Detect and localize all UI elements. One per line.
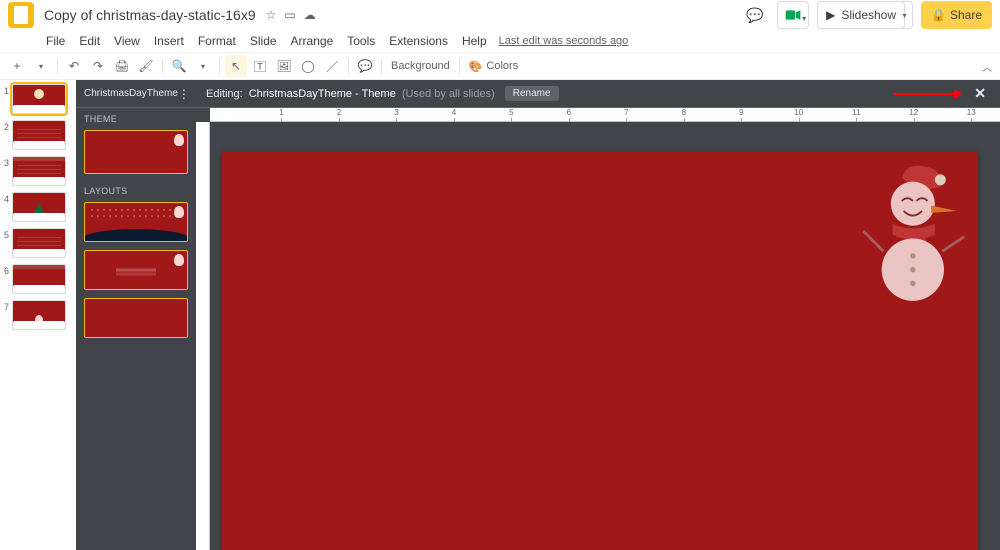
vertical-ruler[interactable] xyxy=(196,122,210,550)
theme-name: ChristmasDayTheme xyxy=(84,88,178,99)
image-tool[interactable]: 🖼 xyxy=(273,55,295,77)
slide-number: 2 xyxy=(2,120,12,132)
annotation-arrow xyxy=(894,93,954,95)
theme-section-label: THEME xyxy=(76,108,196,128)
menu-format[interactable]: Format xyxy=(192,32,242,50)
select-tool[interactable]: ↖ xyxy=(225,55,247,77)
rename-button[interactable]: Rename xyxy=(505,86,559,101)
editing-title: ChristmasDayTheme - Theme xyxy=(249,88,396,100)
title-icons: ☆ ▭ ☁ xyxy=(266,8,316,22)
new-slide-dropdown[interactable]: ▾ xyxy=(30,55,52,77)
editor-header-right: ✕ xyxy=(894,85,990,102)
slide-thumbnail[interactable] xyxy=(12,156,66,186)
comment-tool[interactable]: 💬 xyxy=(354,55,376,77)
slideshow-label: Slideshow xyxy=(841,8,896,22)
horizontal-ruler[interactable]: 12345678910111213 xyxy=(210,108,1000,122)
slide-number: 7 xyxy=(2,300,12,312)
new-slide-button[interactable]: + xyxy=(6,55,28,77)
caret-down-icon: ▾ xyxy=(802,14,806,23)
play-icon: ▶ xyxy=(826,8,835,22)
last-edit-link[interactable]: Last edit was seconds ago xyxy=(499,35,629,47)
menu-tools[interactable]: Tools xyxy=(341,32,381,50)
menu-bar: File Edit View Insert Format Slide Arran… xyxy=(0,30,1000,52)
redo-button[interactable]: ↷ xyxy=(87,55,109,77)
menu-view[interactable]: View xyxy=(108,32,146,50)
menu-help[interactable]: Help xyxy=(456,32,493,50)
menu-extensions[interactable]: Extensions xyxy=(383,32,454,50)
menu-insert[interactable]: Insert xyxy=(148,32,190,50)
slide-number: 5 xyxy=(2,228,12,240)
layout-thumb-blank[interactable] xyxy=(84,298,188,338)
titlebar-right: 💬 ▾ ▶ Slideshow ▾ 🔒 Share xyxy=(741,1,992,29)
canvas-wrap[interactable] xyxy=(210,122,1000,550)
share-label: Share xyxy=(950,8,982,22)
slide-thumbnail[interactable] xyxy=(12,192,66,222)
slide-thumbnail[interactable] xyxy=(12,120,66,150)
theme-canvas[interactable] xyxy=(222,152,978,550)
slide-number: 3 xyxy=(2,156,12,168)
title-bar: Copy of christmas-day-static-16x9 ☆ ▭ ☁ … xyxy=(0,0,1000,30)
textbox-tool[interactable]: 🅃 xyxy=(249,55,271,77)
star-icon[interactable]: ☆ xyxy=(266,8,277,22)
editor-header: Editing: ChristmasDayTheme - Theme (Used… xyxy=(196,80,1000,108)
editor-area: Editing: ChristmasDayTheme - Theme (Used… xyxy=(196,80,1000,550)
filmstrip: 1 2 3 4 5 6 7 xyxy=(0,80,76,550)
theme-panel-header: ChristmasDayTheme ⋮ xyxy=(76,80,196,108)
share-button[interactable]: 🔒 Share xyxy=(921,1,992,29)
slide-thumbnail[interactable] xyxy=(12,300,66,330)
slide-number: 1 xyxy=(2,84,12,96)
comments-icon[interactable]: 💬 xyxy=(741,1,769,29)
palette-icon: 🎨 xyxy=(469,60,483,73)
used-by-label: (Used by all slides) xyxy=(402,88,495,100)
lock-icon: 🔒 xyxy=(931,8,946,22)
layouts-section-label: LAYOUTS xyxy=(76,180,196,200)
workspace: 1 2 3 4 5 6 7 ChristmasDayTheme ⋮ THEME LAYOUT… xyxy=(0,80,1000,550)
paint-format-button[interactable]: 🖌 xyxy=(135,55,157,77)
slide-number: 6 xyxy=(2,264,12,276)
slide-thumbnail[interactable] xyxy=(12,228,66,258)
slideshow-dropdown[interactable]: ▾ xyxy=(897,1,913,29)
close-theme-editor-icon[interactable]: ✕ xyxy=(970,85,990,102)
separator xyxy=(162,58,163,74)
menu-slide[interactable]: Slide xyxy=(244,32,283,50)
background-button[interactable]: Background xyxy=(387,60,454,72)
slide-number: 4 xyxy=(2,192,12,204)
separator xyxy=(459,58,460,74)
theme-menu-icon[interactable]: ⋮ xyxy=(178,87,190,101)
colors-button[interactable]: 🎨Colors xyxy=(465,60,523,73)
layout-thumb-title[interactable] xyxy=(84,202,188,242)
separator xyxy=(219,58,220,74)
cloud-status-icon[interactable]: ☁ xyxy=(304,8,316,22)
slides-logo[interactable] xyxy=(8,2,34,28)
print-button[interactable]: 🖨 xyxy=(111,55,133,77)
menu-file[interactable]: File xyxy=(40,32,71,50)
collapse-toolbar-icon[interactable]: ︿ xyxy=(982,59,992,74)
menu-edit[interactable]: Edit xyxy=(73,32,106,50)
zoom-button[interactable]: 🔍 xyxy=(168,55,190,77)
editor-body xyxy=(196,122,1000,550)
slideshow-group: ▶ Slideshow ▾ xyxy=(817,1,913,29)
colors-label: Colors xyxy=(486,60,518,72)
shape-tool[interactable]: ◯ xyxy=(297,55,319,77)
snowman-graphic xyxy=(856,158,966,308)
undo-button[interactable]: ↶ xyxy=(63,55,85,77)
menu-arrange[interactable]: Arrange xyxy=(285,32,340,50)
meet-button[interactable]: ▾ xyxy=(777,1,809,29)
layout-thumb-section[interactable] xyxy=(84,250,188,290)
separator xyxy=(57,58,58,74)
separator xyxy=(381,58,382,74)
separator xyxy=(348,58,349,74)
slide-thumbnail[interactable] xyxy=(12,84,66,114)
theme-panel: ChristmasDayTheme ⋮ THEME LAYOUTS xyxy=(76,80,196,550)
slideshow-button[interactable]: ▶ Slideshow xyxy=(817,1,905,29)
theme-master-thumb[interactable] xyxy=(84,130,188,174)
document-title[interactable]: Copy of christmas-day-static-16x9 xyxy=(40,7,260,23)
move-icon[interactable]: ▭ xyxy=(284,8,295,22)
slide-thumbnail[interactable] xyxy=(12,264,66,294)
line-tool[interactable]: ／ xyxy=(321,55,343,77)
zoom-dropdown[interactable]: ▾ xyxy=(192,55,214,77)
toolbar: + ▾ ↶ ↷ 🖨 🖌 🔍 ▾ ↖ 🅃 🖼 ◯ ／ 💬 Background 🎨… xyxy=(0,52,1000,80)
editing-label: Editing: xyxy=(206,88,243,100)
